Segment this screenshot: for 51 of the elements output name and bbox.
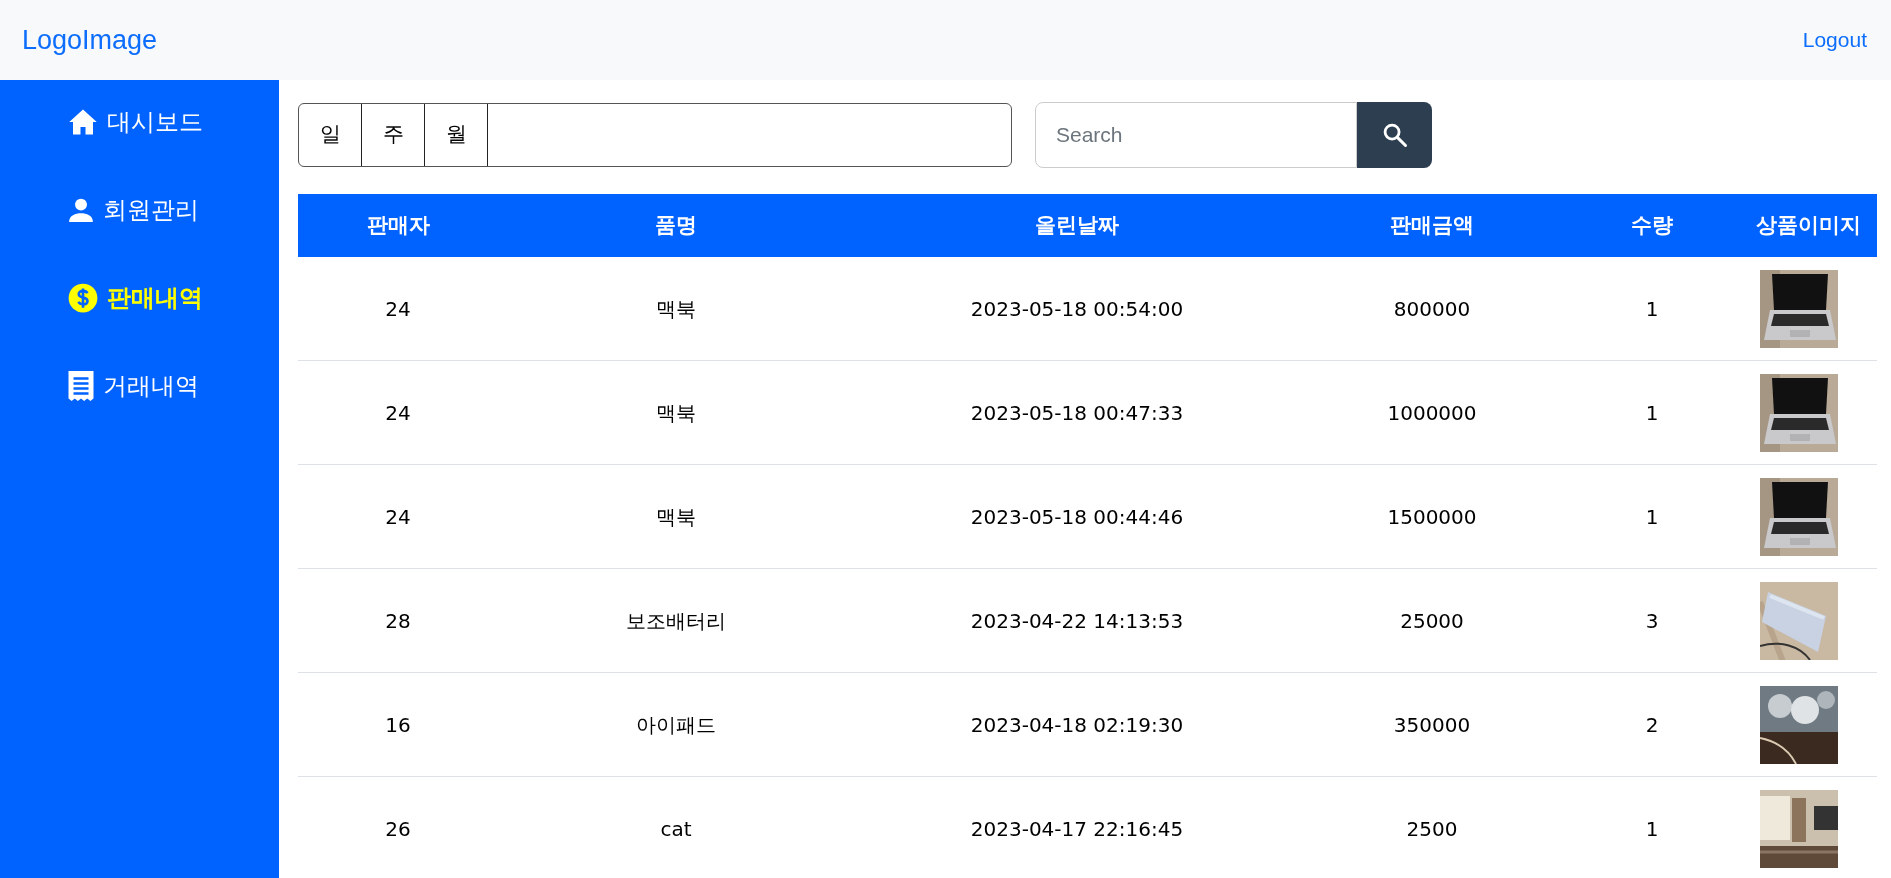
table-cell-text: 800000 [1393, 295, 1471, 323]
table-cell-text: 2023-04-17 22:16:45 [970, 815, 1184, 843]
column-header: 수량 [1630, 211, 1674, 239]
search-button[interactable] [1357, 102, 1432, 168]
table-cell-text: 맥북 [656, 399, 696, 427]
table-cell-text: 아이패드 [636, 711, 716, 739]
sidebar-item[interactable]: 회원관리 [68, 188, 279, 232]
sidebar-item[interactable]: 대시보드 [68, 100, 279, 144]
table-cell-text: 25000 [1400, 607, 1464, 635]
table-cell-text: 2500 [1406, 815, 1458, 843]
search-field[interactable]: Search [1035, 102, 1357, 168]
table-cell-text: cat [660, 815, 692, 843]
column-header: 판매금액 [1389, 211, 1475, 239]
column-header: 품명 [654, 211, 698, 239]
table-cell-text: 24 [385, 295, 411, 323]
table-cell-text: 2 [1645, 711, 1659, 739]
table-cell-text: 맥북 [656, 503, 696, 531]
receipt-icon [68, 371, 94, 401]
home-icon [68, 108, 98, 136]
period-button[interactable]: 월 [425, 104, 488, 166]
period-button[interactable]: 주 [362, 104, 425, 166]
table-cell-text: 350000 [1393, 711, 1471, 739]
sidebar-item[interactable]: 거래내역 [68, 364, 279, 408]
column-header: 상품이미지 [1755, 211, 1862, 239]
column-header: 판매자 [365, 211, 431, 239]
table-cell-text: 28 [385, 607, 411, 635]
logout-link[interactable]: Logout [1802, 24, 1869, 56]
table-cell-text: 2023-04-18 02:19:30 [970, 711, 1184, 739]
dollar-icon [68, 283, 98, 313]
table-cell-text: 1 [1645, 815, 1659, 843]
table-cell-text: 3 [1645, 607, 1659, 635]
table-cell-text: 24 [385, 399, 411, 427]
table-cell-text: 1000000 [1387, 399, 1477, 427]
column-header: 올린날짜 [1034, 211, 1120, 239]
table-cell-text: 1 [1645, 295, 1659, 323]
person-icon [68, 197, 94, 223]
table-cell-text: 16 [385, 711, 411, 739]
table-cell-text: 보조배터리 [626, 607, 726, 635]
period-button[interactable]: 일 [299, 104, 362, 166]
table-cell-text: 1 [1645, 503, 1659, 531]
table-cell-text: 1 [1645, 399, 1659, 427]
logo-link[interactable]: LogoImage [22, 19, 158, 61]
table-cell-text: 2023-05-18 00:47:33 [970, 399, 1184, 427]
sidebar-item[interactable]: 판매내역 [68, 276, 279, 320]
table-cell-text: 24 [385, 503, 411, 531]
table-cell-text: 2023-05-18 00:44:46 [970, 503, 1184, 531]
table-cell-text: 26 [385, 815, 411, 843]
table-cell-text: 맥북 [656, 295, 696, 323]
table-cell-text: 2023-05-18 00:54:00 [970, 295, 1184, 323]
table-cell-text: 2023-04-22 14:13:53 [970, 607, 1184, 635]
table-cell-text: 1500000 [1387, 503, 1477, 531]
